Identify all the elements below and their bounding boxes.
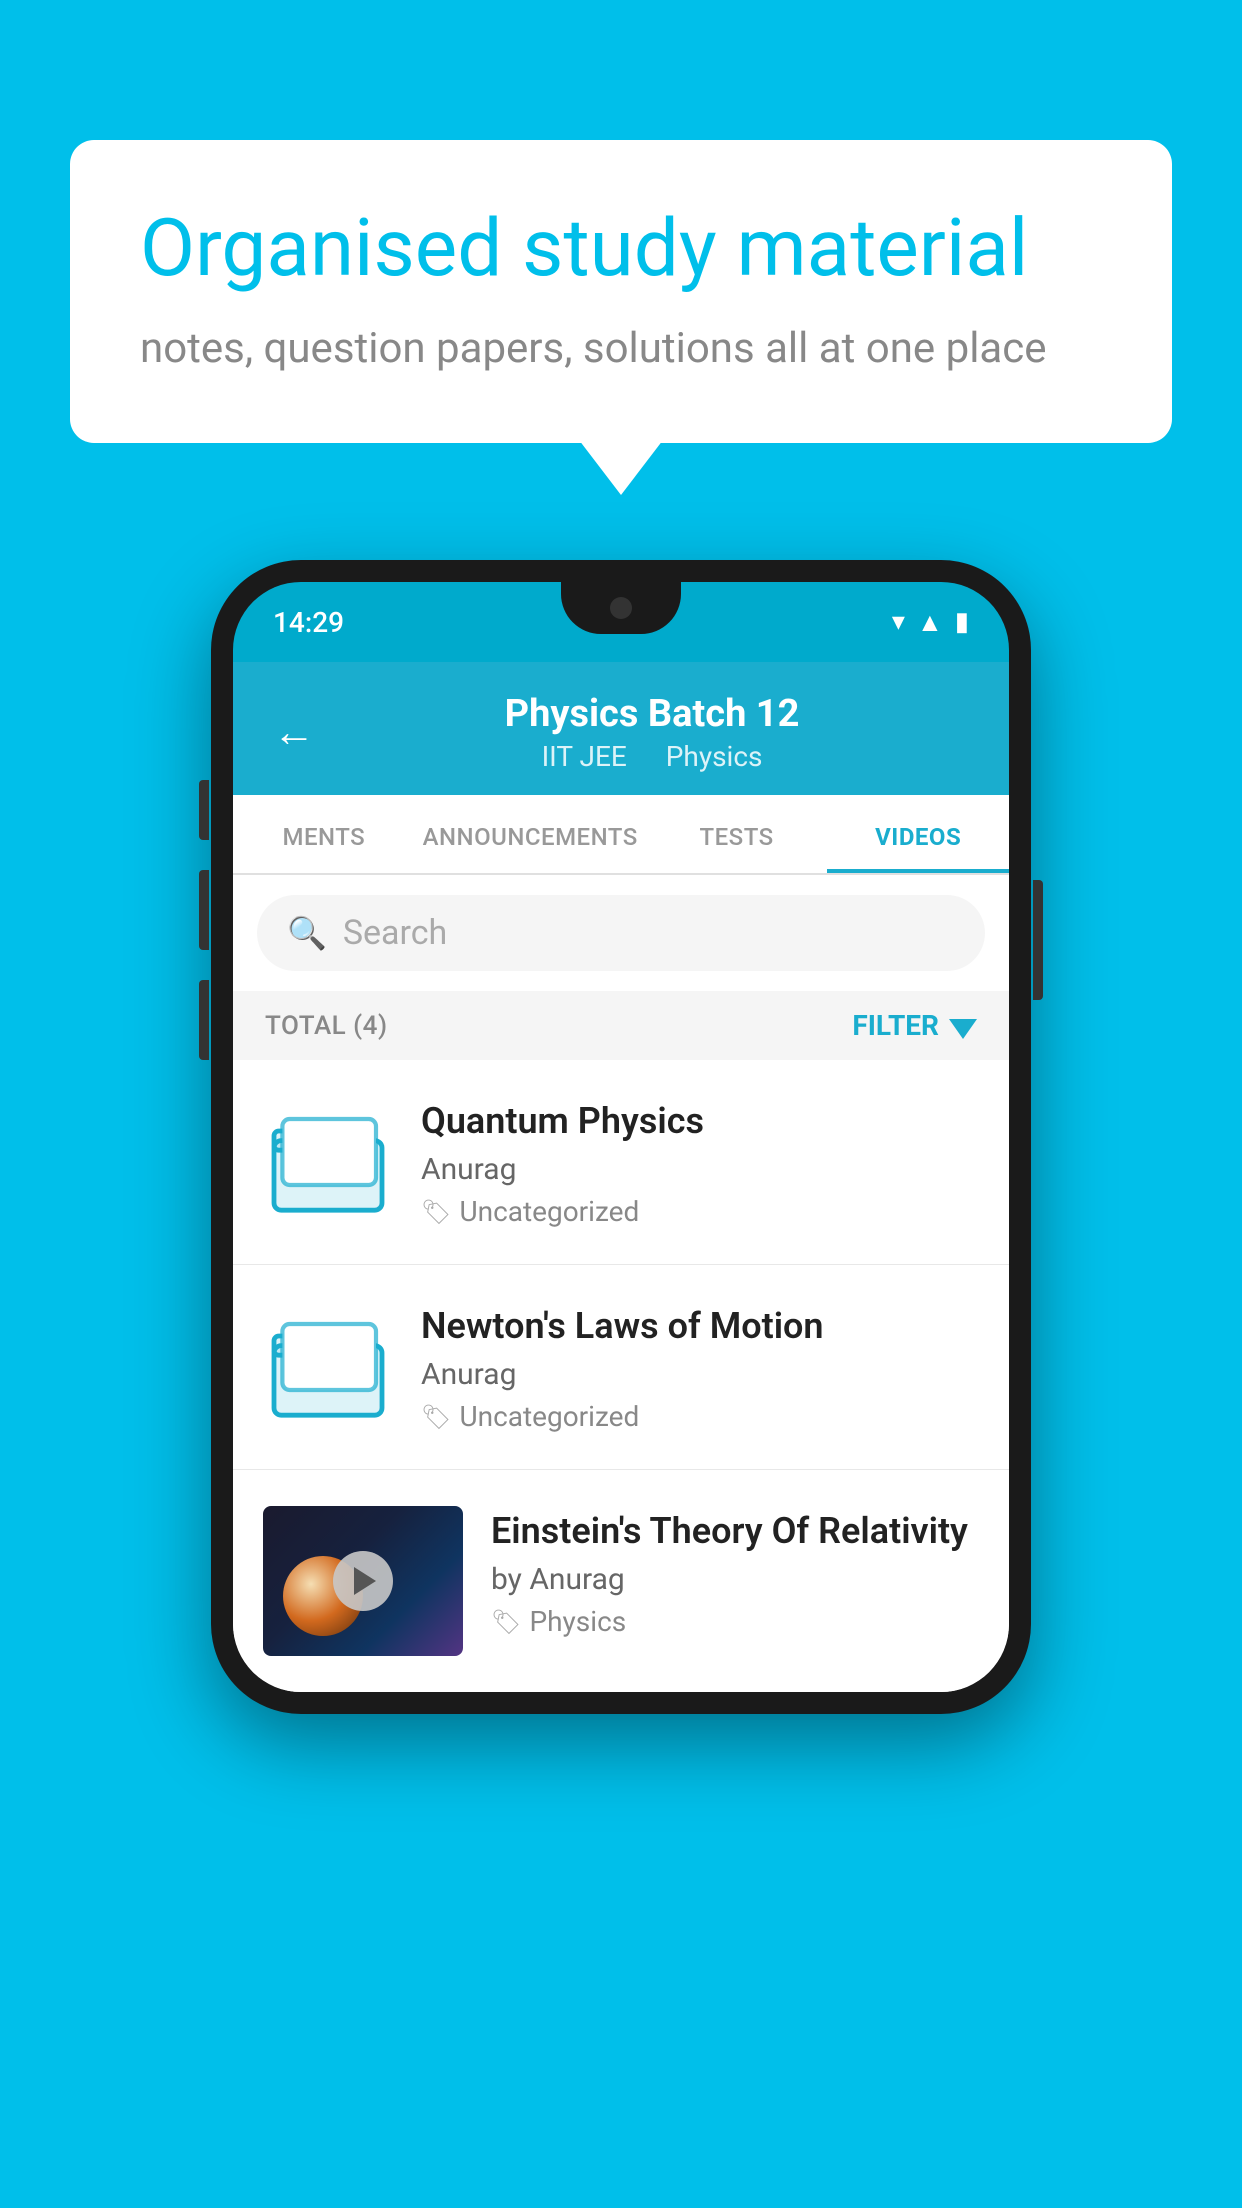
phone-mockup: 14:29 ▾ ▲ ▮ ← Physics Batch 12 IIT JEE P… xyxy=(211,560,1031,1714)
app-header: ← Physics Batch 12 IIT JEE Physics xyxy=(233,662,1009,795)
tag-icon: 🏷 xyxy=(421,1403,451,1431)
header-iit: IIT JEE xyxy=(542,740,627,773)
video-title: Quantum Physics xyxy=(421,1100,979,1142)
tab-tests[interactable]: TESTS xyxy=(646,795,828,873)
list-item[interactable]: Quantum Physics Anurag 🏷 Uncategorized xyxy=(233,1060,1009,1265)
folder-icon xyxy=(268,1106,388,1216)
video-title: Einstein's Theory Of Relativity xyxy=(491,1510,979,1552)
tag-icon: 🏷 xyxy=(421,1198,451,1226)
video-tag: 🏷 Uncategorized xyxy=(421,1400,979,1433)
tag-label: Physics xyxy=(529,1605,626,1638)
play-icon xyxy=(354,1567,376,1595)
camera-notch xyxy=(610,597,632,619)
tab-announcements[interactable]: ANNOUNCEMENTS xyxy=(415,795,646,873)
header-title-area: Physics Batch 12 IIT JEE Physics xyxy=(335,692,969,773)
app-screen: ← Physics Batch 12 IIT JEE Physics MENTS… xyxy=(233,662,1009,1692)
item-info: Newton's Laws of Motion Anurag 🏷 Uncateg… xyxy=(421,1301,979,1433)
search-icon: 🔍 xyxy=(287,914,327,952)
filter-row: TOTAL (4) FILTER xyxy=(233,991,1009,1060)
header-subtitle: IIT JEE Physics xyxy=(335,740,969,773)
silent-button[interactable] xyxy=(199,980,209,1060)
speech-bubble-area: Organised study material notes, question… xyxy=(70,140,1172,443)
search-placeholder: Search xyxy=(343,913,447,953)
phone-outer: 14:29 ▾ ▲ ▮ ← Physics Batch 12 IIT JEE P… xyxy=(211,560,1031,1714)
video-thumbnail-image xyxy=(263,1506,463,1656)
item-thumbnail xyxy=(263,1096,393,1226)
play-button[interactable] xyxy=(333,1551,393,1611)
video-author: Anurag xyxy=(421,1152,979,1187)
video-tag: 🏷 Physics xyxy=(491,1605,979,1638)
header-physics: Physics xyxy=(666,740,763,773)
video-title: Newton's Laws of Motion xyxy=(421,1305,979,1347)
status-time: 14:29 xyxy=(273,606,344,639)
header-main-title: Physics Batch 12 xyxy=(335,692,969,736)
list-item[interactable]: Newton's Laws of Motion Anurag 🏷 Uncateg… xyxy=(233,1265,1009,1470)
bubble-subtitle: notes, question papers, solutions all at… xyxy=(140,324,1102,373)
total-label: TOTAL (4) xyxy=(265,1011,388,1041)
video-author: Anurag xyxy=(421,1357,979,1392)
wifi-icon: ▾ xyxy=(892,607,905,637)
speech-bubble: Organised study material notes, question… xyxy=(70,140,1172,443)
power-button[interactable] xyxy=(1033,880,1043,1000)
back-button[interactable]: ← xyxy=(273,712,315,754)
battery-icon: ▮ xyxy=(955,607,969,637)
folder-icon xyxy=(268,1311,388,1421)
tag-label: Uncategorized xyxy=(459,1195,639,1228)
tab-videos[interactable]: VIDEOS xyxy=(827,795,1009,873)
signal-icon: ▲ xyxy=(917,607,943,638)
item-thumbnail xyxy=(263,1301,393,1431)
volume-up-button[interactable] xyxy=(199,780,209,840)
search-bar-container: 🔍 Search xyxy=(233,875,1009,991)
filter-label: FILTER xyxy=(852,1009,939,1042)
tag-label: Uncategorized xyxy=(459,1400,639,1433)
video-list: Quantum Physics Anurag 🏷 Uncategorized xyxy=(233,1060,1009,1692)
search-bar[interactable]: 🔍 Search xyxy=(257,895,985,971)
bubble-title: Organised study material xyxy=(140,200,1102,296)
status-icons: ▾ ▲ ▮ xyxy=(892,607,969,638)
item-info: Einstein's Theory Of Relativity by Anura… xyxy=(491,1506,979,1638)
video-author: by Anurag xyxy=(491,1562,979,1597)
filter-icon xyxy=(949,1019,977,1039)
status-bar: 14:29 ▾ ▲ ▮ xyxy=(233,582,1009,662)
list-item[interactable]: Einstein's Theory Of Relativity by Anura… xyxy=(233,1470,1009,1692)
filter-button[interactable]: FILTER xyxy=(852,1009,977,1042)
volume-down-button[interactable] xyxy=(199,870,209,950)
tag-icon: 🏷 xyxy=(491,1608,521,1636)
item-info: Quantum Physics Anurag 🏷 Uncategorized xyxy=(421,1096,979,1228)
tabs-bar: MENTS ANNOUNCEMENTS TESTS VIDEOS xyxy=(233,795,1009,875)
video-tag: 🏷 Uncategorized xyxy=(421,1195,979,1228)
tab-ments[interactable]: MENTS xyxy=(233,795,415,873)
